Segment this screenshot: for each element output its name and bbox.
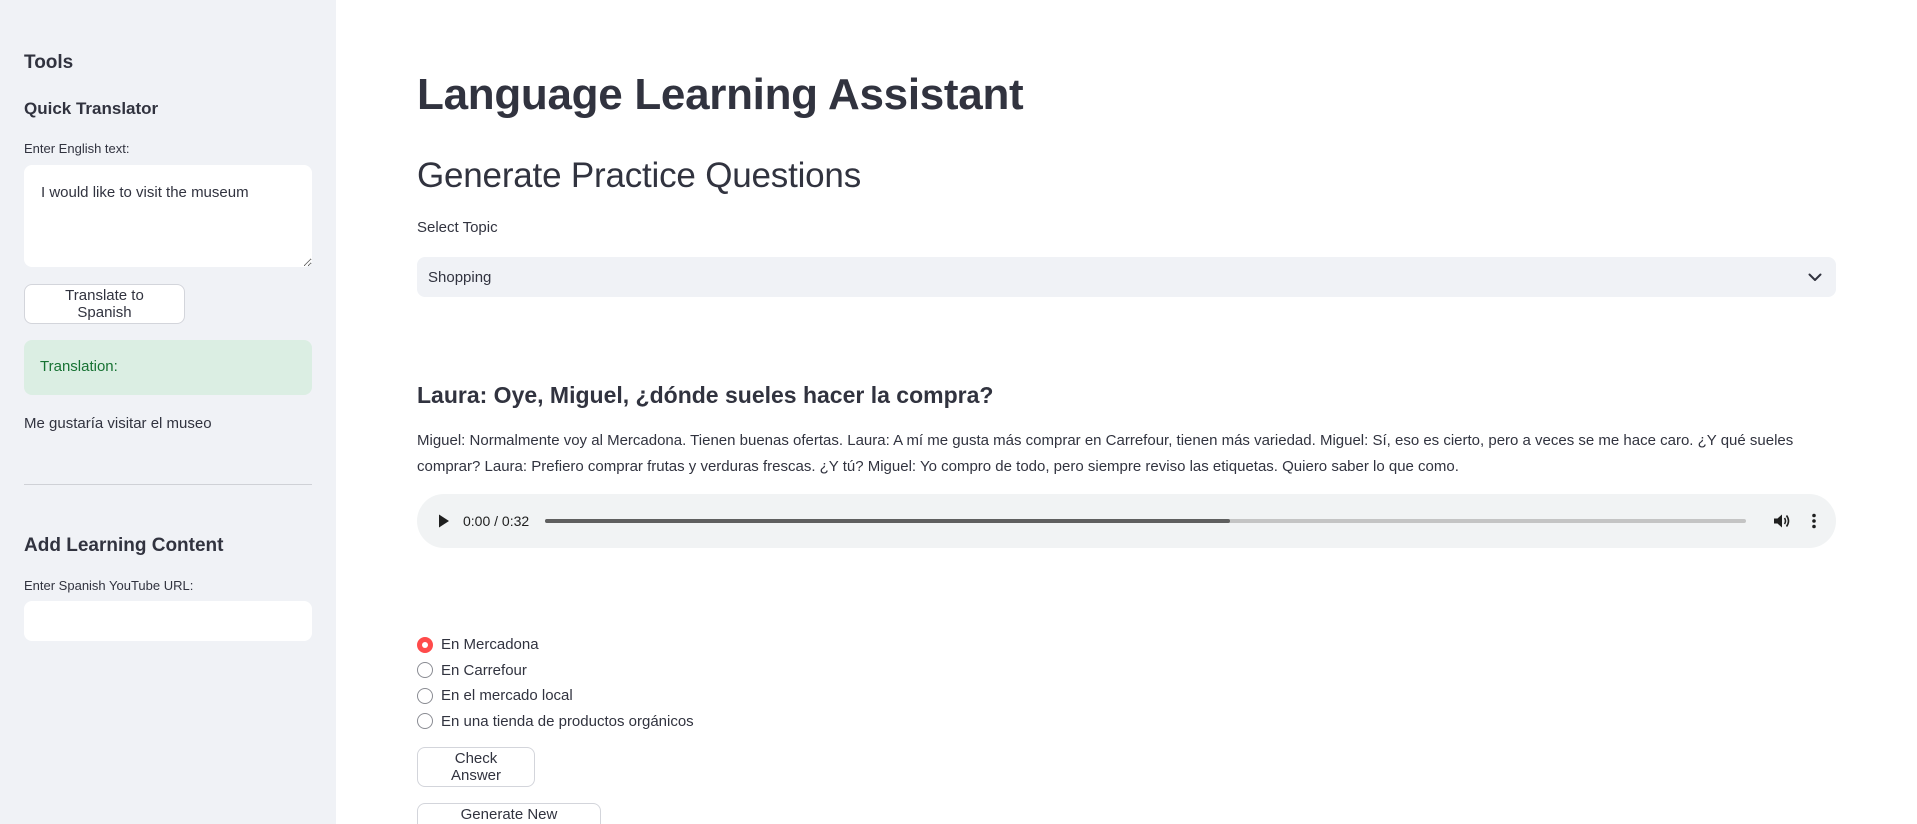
radio-icon [417,636,433,653]
volume-icon[interactable] [1770,509,1794,533]
answer-option[interactable]: En el mercado local [417,683,694,709]
generate-question-button[interactable]: Generate New Question [417,803,601,824]
app-root: Tools Quick Translator Enter English tex… [0,0,1917,824]
chevron-down-icon [1805,267,1825,287]
sidebar: Tools Quick Translator Enter English tex… [0,0,336,824]
answer-option[interactable]: En una tienda de productos orgánicos [417,709,694,735]
topic-select[interactable]: Shopping [417,257,1836,297]
radio-icon [417,687,433,704]
add-content-heading: Add Learning Content [24,535,224,556]
question-heading: Laura: Oye, Miguel, ¿dónde sueles hacer … [417,382,994,408]
answer-option[interactable]: En Mercadona [417,632,694,658]
quick-translator-heading: Quick Translator [24,99,159,118]
translation-result: Me gustaría visitar el museo [24,415,212,432]
page-title: Language Learning Assistant [417,70,1024,119]
more-vertical-icon[interactable] [1804,509,1824,533]
answer-option[interactable]: En Carrefour [417,658,694,684]
english-text-input[interactable] [24,165,312,267]
answer-options: En Mercadona En Carrefour En el mercado … [417,632,694,734]
main-content: Language Learning Assistant Generate Pra… [336,0,1917,824]
topic-select-label: Select Topic [417,219,498,236]
answer-option-label: En Mercadona [441,636,539,654]
radio-icon [417,662,433,679]
sidebar-divider [24,484,312,485]
check-answer-button[interactable]: Check Answer [417,747,535,787]
audio-buffered-fill [545,519,1230,523]
audio-progress-track[interactable] [545,519,1746,523]
answer-option-label: En el mercado local [441,687,573,705]
translation-label: Translation: [40,358,118,375]
translate-button[interactable]: Translate to Spanish [24,284,185,324]
translation-success-box: Translation: [24,340,312,395]
section-heading: Generate Practice Questions [417,156,861,195]
youtube-url-input[interactable] [24,601,312,641]
radio-icon [417,713,433,730]
audio-time: 0:00 / 0:32 [463,513,530,529]
answer-option-label: En una tienda de productos orgánicos [441,712,694,730]
dialogue-text: Miguel: Normalmente voy al Mercadona. Ti… [417,432,1794,475]
answer-option-label: En Carrefour [441,661,527,679]
play-icon[interactable] [433,510,455,532]
tools-heading: Tools [24,52,74,73]
english-text-label: Enter English text: [24,141,130,156]
topic-select-value: Shopping [428,268,492,286]
youtube-url-label: Enter Spanish YouTube URL: [24,578,194,593]
audio-player: 0:00 / 0:32 [417,494,1836,548]
